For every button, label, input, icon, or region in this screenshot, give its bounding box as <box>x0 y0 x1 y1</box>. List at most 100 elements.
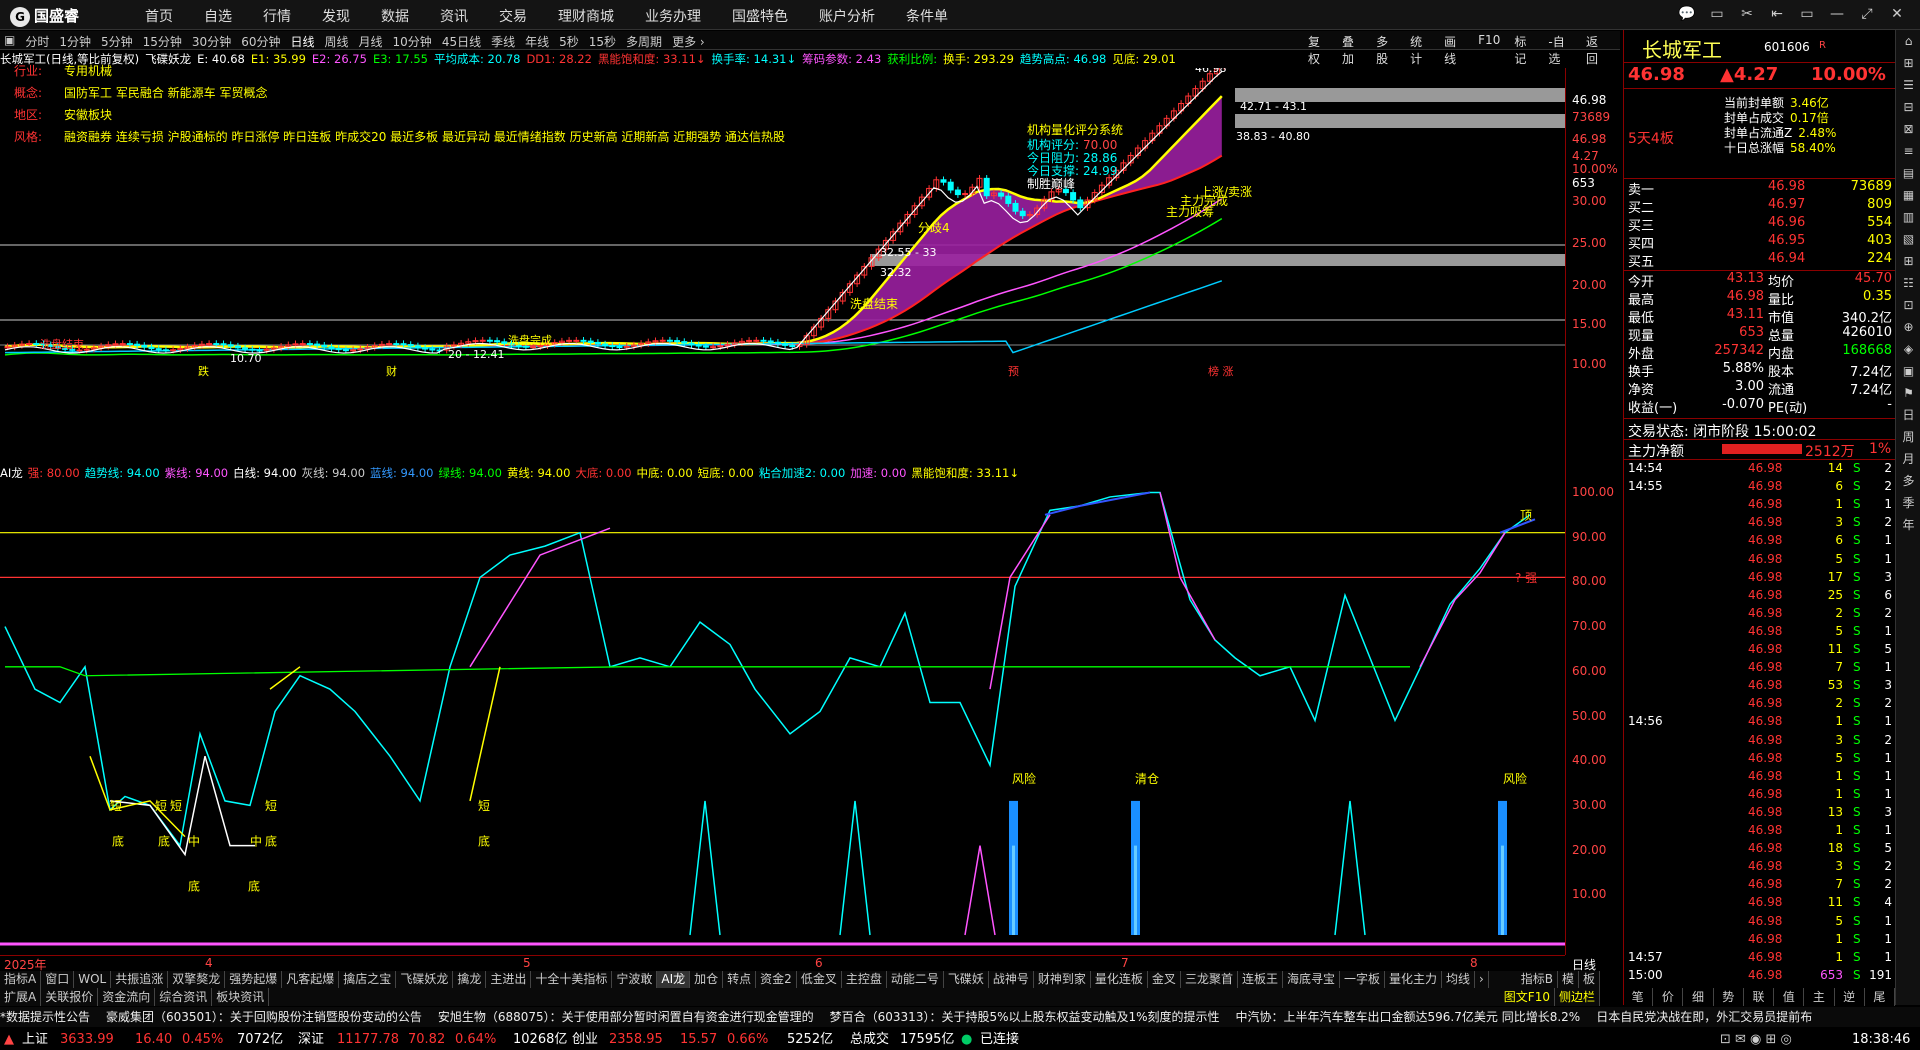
window-button-icon-6[interactable]: ⤢ <box>1854 4 1880 24</box>
quote-tab-5[interactable]: 值 <box>1774 988 1805 1006</box>
period-tab-5[interactable]: 30分钟 <box>192 33 231 50</box>
menu-item-7[interactable]: 理财商城 <box>558 6 614 26</box>
info-tab-2[interactable]: 资金流向 <box>98 988 156 1006</box>
info-tab-0[interactable]: 扩展A <box>0 988 42 1006</box>
info-tab-right-1[interactable]: 侧边栏 <box>1555 988 1600 1006</box>
sidebar-icon-5[interactable]: ≡ <box>1896 140 1920 162</box>
sidebar-icon-1[interactable]: ⊞ <box>1896 52 1920 74</box>
news-item-1[interactable]: 豪威集团（603501）：关于回购股份注销暨股份变动的公告 <box>106 1010 422 1024</box>
window-button-icon-7[interactable]: ✕ <box>1884 4 1910 24</box>
toolbar-button-8[interactable]: 返回 <box>1586 33 1606 67</box>
order-row-2[interactable]: 买三 46.96 554 <box>1628 215 1892 234</box>
indicator-tab-right-2[interactable]: 板 <box>1579 971 1600 988</box>
menu-item-3[interactable]: 发现 <box>322 6 350 26</box>
period-tab-15[interactable]: 15秒 <box>589 33 616 50</box>
indicator-tab-21[interactable]: 战神号 <box>989 971 1034 988</box>
indicator-tab-15[interactable]: 转点 <box>723 971 757 988</box>
menu-item-1[interactable]: 自选 <box>204 6 232 26</box>
indicator-tab-29[interactable]: 量化主力 <box>1385 971 1443 988</box>
menu-item-0[interactable]: 首页 <box>145 6 173 26</box>
sidebar-icon-12[interactable]: ⊡ <box>1896 294 1920 316</box>
indicator-tab-24[interactable]: 金叉 <box>1148 971 1181 988</box>
period-tab-11[interactable]: 45日线 <box>442 33 481 50</box>
indicator-tab-6[interactable]: 凡客起爆 <box>282 971 340 988</box>
period-tab-10[interactable]: 10分钟 <box>393 33 432 50</box>
indicator-tab-16[interactable]: 资金2 <box>756 971 797 988</box>
app-logo[interactable]: G 国盛睿 <box>10 5 79 27</box>
menu-item-10[interactable]: 账户分析 <box>819 6 875 26</box>
indicator-tab-right-0[interactable]: 指标B <box>1517 971 1558 988</box>
indicator-tab-8[interactable]: 飞碟妖龙 <box>396 971 454 988</box>
period-tab-9[interactable]: 月线 <box>359 33 383 50</box>
menu-item-9[interactable]: 国盛特色 <box>732 6 788 26</box>
sidebar-icon-8[interactable]: ▥ <box>1896 206 1920 228</box>
indicator-tab-7[interactable]: 擒店之宝 <box>339 971 397 988</box>
info-tab-right-0[interactable]: 图文F10 <box>1500 988 1555 1006</box>
indicator-tab-3[interactable]: 共振追涨 <box>111 971 169 988</box>
sidebar-icon-14[interactable]: ◈ <box>1896 338 1920 360</box>
menu-item-6[interactable]: 交易 <box>499 6 527 26</box>
indicator-tab-27[interactable]: 海底寻宝 <box>1283 971 1340 988</box>
indicator-tab-26[interactable]: 连板王 <box>1238 971 1283 988</box>
window-button-icon-5[interactable]: — <box>1824 4 1850 24</box>
quote-tab-7[interactable]: 逆 <box>1835 988 1865 1006</box>
period-tab-13[interactable]: 年线 <box>525 33 549 50</box>
indicator-tab-13[interactable]: AI龙 <box>657 971 691 988</box>
quote-tab-4[interactable]: 联 <box>1744 988 1775 1006</box>
period-tab-2[interactable]: 1分钟 <box>59 33 91 50</box>
window-button-icon-1[interactable]: ▭ <box>1704 4 1730 24</box>
sh-label[interactable]: 上证 <box>22 1030 48 1050</box>
sidebar-icon-15[interactable]: ▣ <box>1896 360 1920 382</box>
indicator-tab-18[interactable]: 主控盘 <box>842 971 887 988</box>
indicator-tab-0[interactable]: 指标A <box>0 971 42 988</box>
indicator-tab-14[interactable]: 加仓 <box>690 971 724 988</box>
info-tab-3[interactable]: 综合资讯 <box>155 988 213 1006</box>
news-item-2[interactable]: 安旭生物（688075）：关于使用部分暂时闲置自有资金进行现金管理的 <box>438 1010 814 1024</box>
menu-item-5[interactable]: 资讯 <box>440 6 468 26</box>
indicator-tab-22[interactable]: 财神到家 <box>1034 971 1091 988</box>
indicator-tab-28[interactable]: 一字板 <box>1340 971 1385 988</box>
period-tab-6[interactable]: 60分钟 <box>241 33 280 50</box>
sidebar-icon-16[interactable]: ⚑ <box>1896 382 1920 404</box>
window-button-icon-4[interactable]: ▭ <box>1794 4 1820 24</box>
sidebar-icon-2[interactable]: ☰ <box>1896 74 1920 96</box>
order-row-1[interactable]: 买二 46.97 809 <box>1628 197 1892 216</box>
indicator-tab-23[interactable]: 量化连板 <box>1091 971 1148 988</box>
sidebar-icon-7[interactable]: ▦ <box>1896 184 1920 206</box>
info-tab-4[interactable]: 板块资讯 <box>212 988 270 1006</box>
sidebar-icon-13[interactable]: ⊕ <box>1896 316 1920 338</box>
sz-label[interactable]: 深证 <box>298 1030 324 1050</box>
sidebar-icon-9[interactable]: ▧ <box>1896 228 1920 250</box>
news-item-0[interactable]: *数据提示性公告 <box>0 1010 90 1024</box>
indicator-tab-9[interactable]: 擒龙 <box>453 971 487 988</box>
sidebar-icon-19[interactable]: 月 <box>1896 448 1920 470</box>
sidebar-icon-0[interactable]: ⌂ <box>1896 30 1920 52</box>
period-tab-12[interactable]: 季线 <box>491 33 515 50</box>
indicator-tab-2[interactable]: WOL <box>74 971 112 988</box>
period-tab-1[interactable]: 分时 <box>25 33 49 50</box>
indicator-tab-5[interactable]: 强势起爆 <box>225 971 283 988</box>
news-item-3[interactable]: 梦百合（603313）：关于持股5%以上股东权益变动触及1%刻度的提示性 <box>830 1010 1220 1024</box>
quote-tab-8[interactable]: 尾 <box>1865 988 1895 1006</box>
period-tab-8[interactable]: 周线 <box>325 33 349 50</box>
news-item-5[interactable]: 日本自民党决战在即，外汇交易员提前布 <box>1596 1010 1812 1024</box>
window-button-icon-0[interactable]: 💬 <box>1674 4 1700 24</box>
sidebar-icon-22[interactable]: 年 <box>1896 514 1920 536</box>
quote-tab-3[interactable]: 势 <box>1714 988 1744 1006</box>
connection-status[interactable]: 已连接 <box>980 1030 1019 1050</box>
quote-tab-2[interactable]: 细 <box>1683 988 1714 1006</box>
indicator-tab-20[interactable]: 飞碟妖 <box>944 971 989 988</box>
info-tab-1[interactable]: 关联报价 <box>41 988 99 1006</box>
order-row-4[interactable]: 买五 46.94 224 <box>1628 251 1892 270</box>
sidebar-icon-10[interactable]: ⊞ <box>1896 250 1920 272</box>
window-button-icon-2[interactable]: ✂ <box>1734 4 1760 24</box>
indicator-tab-right-1[interactable]: 模 <box>1558 971 1579 988</box>
kline-chart[interactable]: 46.98 42.71 - 43.1 38.83 - 40.80 10.70 20 - … <box>0 56 1565 460</box>
sidebar-icon-4[interactable]: ⊠ <box>1896 118 1920 140</box>
sidebar-icon-21[interactable]: 季 <box>1896 492 1920 514</box>
indicator-tab-19[interactable]: 动能二号 <box>887 971 944 988</box>
indicator-tab-17[interactable]: 低金叉 <box>797 971 842 988</box>
indicator-tab-4[interactable]: 双擎獒龙 <box>168 971 226 988</box>
quote-tab-6[interactable]: 主 <box>1804 988 1835 1006</box>
indicator-tab-25[interactable]: 三龙聚首 <box>1181 971 1238 988</box>
